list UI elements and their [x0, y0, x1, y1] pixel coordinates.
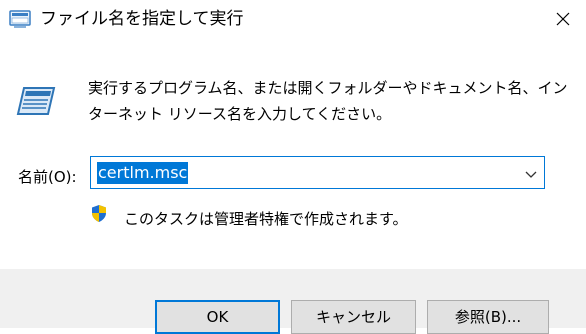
chevron-down-icon [525, 171, 537, 178]
open-input[interactable]: certlm.msc [97, 162, 189, 184]
browse-button[interactable]: 参照(B)... [427, 300, 549, 334]
run-app-icon [9, 9, 31, 29]
open-field-label: 名前(O): [18, 168, 77, 186]
run-dialog-icon [16, 80, 56, 120]
ok-button[interactable]: OK [155, 300, 280, 334]
open-combobox[interactable]: certlm.msc [90, 156, 545, 189]
dropdown-button[interactable] [524, 166, 538, 180]
admin-notice-text: このタスクは管理者特権で作成されます。 [124, 210, 408, 228]
cancel-button[interactable]: キャンセル [291, 300, 416, 334]
title-bar: ファイル名を指定して実行 [0, 0, 586, 38]
shield-icon [91, 204, 107, 223]
close-icon [556, 12, 570, 26]
description-text: 実行するプログラム名、または開くフォルダーやドキュメント名、インターネット リソ… [88, 79, 568, 123]
window-title: ファイル名を指定して実行 [40, 9, 244, 29]
close-button[interactable] [540, 0, 586, 38]
